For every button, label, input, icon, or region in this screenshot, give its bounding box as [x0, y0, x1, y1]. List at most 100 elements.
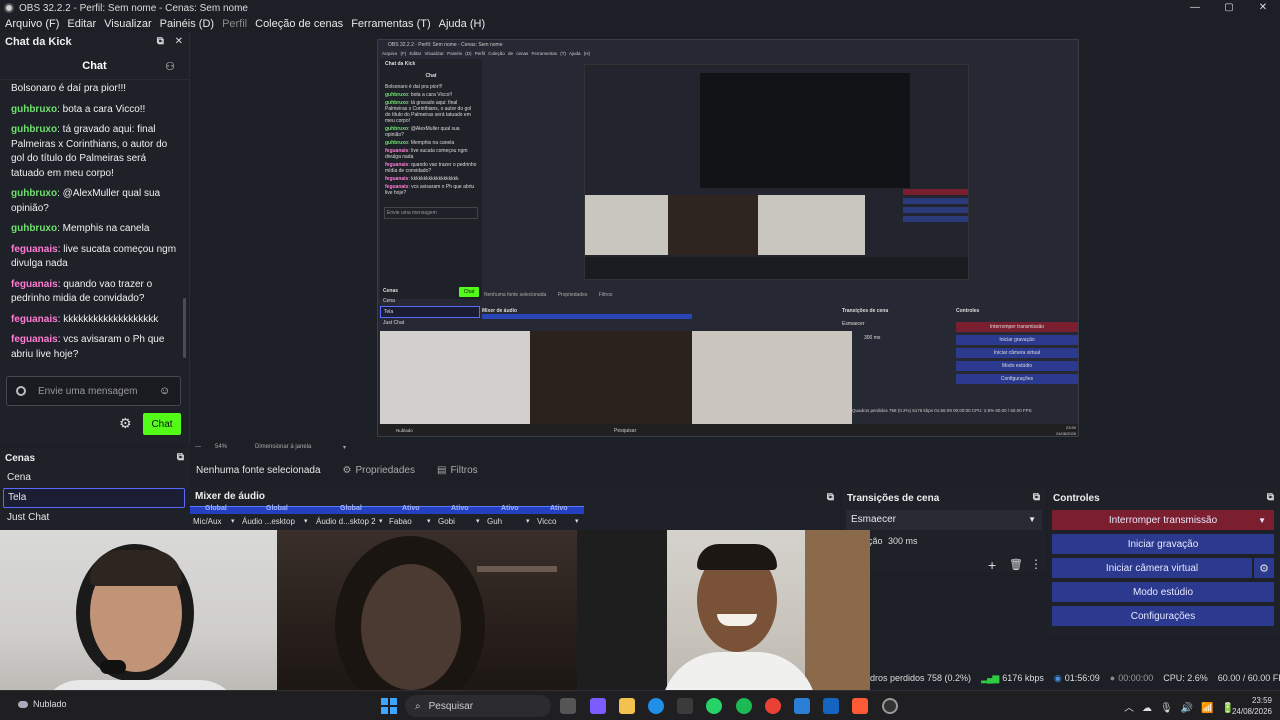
mixer-channel[interactable]: Áudio ...esktop — [242, 517, 295, 526]
more-options-icon[interactable]: ⋮ — [1030, 557, 1042, 571]
app-icon[interactable] — [823, 698, 839, 714]
stop-stream-label: Interromper transmissão — [1108, 514, 1218, 526]
scene-item-selected[interactable]: Tela — [3, 488, 185, 508]
mixer-header-label: Ativo — [402, 505, 420, 512]
transition-select[interactable]: Esmaecer ▼ — [846, 510, 1042, 530]
system-tray-icons[interactable]: ︿☁🎙🔊📶🔋 — [1124, 699, 1242, 714]
task-view-icon[interactable] — [560, 698, 576, 714]
filters-button[interactable]: ▤ Filtros — [437, 465, 478, 476]
settings-button[interactable]: Configurações — [1052, 606, 1274, 626]
copilot-icon[interactable] — [590, 698, 606, 714]
mixer-channel[interactable]: Áudio d...sktop 2 — [316, 517, 376, 526]
menu-profile[interactable]: Perfil — [222, 18, 247, 30]
mixer-channel[interactable]: Guh — [487, 517, 502, 526]
menu-edit[interactable]: Editar — [67, 18, 96, 30]
close-dock-icon[interactable]: ✕ — [175, 36, 183, 47]
menu-help[interactable]: Ajuda (H) — [439, 18, 485, 30]
nested-weather: Nublado — [396, 428, 413, 433]
scene-item[interactable]: Cena — [0, 468, 190, 488]
chat-settings-icon[interactable]: ⚙ — [119, 415, 132, 432]
vscode-icon[interactable] — [794, 698, 810, 714]
menu-docks[interactable]: Painéis (D) — [160, 18, 214, 30]
chat-username[interactable]: guhbruxo — [11, 104, 57, 115]
nested-scenes: Cenas Cena Tela Just Chat — [380, 286, 480, 328]
users-icon[interactable]: ⚇ — [165, 60, 175, 73]
chat-username[interactable]: feguanais — [11, 334, 58, 345]
menu-tools[interactable]: Ferramentas (T) — [351, 18, 430, 30]
chat-input-box[interactable]: ☺ — [6, 376, 181, 406]
mixer-channel[interactable]: Fabao — [389, 517, 412, 526]
chevron-down-icon[interactable]: ▾ — [231, 517, 235, 525]
nested-control: Interromper transmissão — [956, 322, 1078, 332]
stop-stream-button[interactable]: Interromper transmissão ▼ — [1052, 510, 1274, 530]
menu-view[interactable]: Visualizar — [104, 18, 152, 30]
chat-send-button[interactable]: Chat — [143, 413, 181, 435]
chrome-icon[interactable] — [765, 698, 781, 714]
chat-username[interactable]: feguanais — [11, 244, 58, 255]
minimize-button[interactable]: — — [1178, 0, 1212, 16]
chevron-down-icon[interactable]: ▾ — [379, 517, 383, 525]
menu-file[interactable]: Arquivo (F) — [5, 18, 59, 30]
trash-icon[interactable]: 🗑 — [1009, 558, 1023, 571]
add-transition-icon[interactable]: + — [988, 557, 996, 573]
duration-value[interactable]: 300 ms — [888, 536, 918, 546]
chat-username[interactable]: guhbruxo — [11, 188, 57, 199]
chat-messages[interactable]: Bolsonaro é daí pra pior!!! guhbruxo: bot… — [0, 80, 189, 370]
mixer-channel[interactable]: Gobi — [438, 517, 455, 526]
studio-mode-button[interactable]: Modo estúdio — [1052, 582, 1274, 602]
chevron-down-icon[interactable]: ▾ — [526, 517, 530, 525]
menu-scene-collection[interactable]: Coleção de cenas — [255, 18, 343, 30]
chevron-down-icon[interactable]: ▾ — [343, 444, 346, 451]
mixer-channel[interactable]: Mic/Aux — [193, 517, 221, 526]
undock-icon[interactable]: ⧉ — [157, 36, 164, 47]
undock-icon[interactable]: ⧉ — [827, 492, 834, 503]
resize-mode[interactable]: Dimensionar à janela — [255, 444, 311, 450]
chat-username[interactable]: guhbruxo — [11, 124, 57, 135]
maximize-button[interactable]: ▢ — [1212, 0, 1246, 16]
app-icon[interactable] — [852, 698, 868, 714]
nested-control: Iniciar câmera virtual — [956, 348, 1078, 358]
no-source-label: Nenhuma fonte selecionada — [196, 464, 321, 476]
nested-level2-bar — [903, 189, 968, 195]
chevron-down-icon[interactable]: ▾ — [575, 517, 579, 525]
preview-canvas[interactable]: OBS 32.2.2 - Perfil: Sem nome - Cenas: S… — [190, 32, 1280, 442]
nested-menu: Arquivo (F) Editar Visualizar Painéis (D… — [382, 51, 590, 56]
weather-widget[interactable]: Nublado — [18, 699, 67, 709]
properties-button[interactable]: ⚙ Propriedades — [343, 465, 415, 476]
scene-item[interactable]: Just Chat — [0, 508, 190, 528]
nested-chat-line: guhbruxo: bota a cara Vicco!! — [380, 91, 482, 99]
chat-username[interactable]: guhbruxo — [11, 223, 57, 234]
nested-transitions-title: Transições de cena — [842, 308, 889, 314]
chevron-down-icon[interactable]: ▾ — [304, 517, 308, 525]
chevron-down-icon[interactable]: ▾ — [427, 517, 431, 525]
virtual-camera-button[interactable]: Iniciar câmera virtual — [1052, 558, 1252, 578]
chat-username[interactable]: feguanais — [11, 314, 58, 325]
chevron-down-icon[interactable]: ▾ — [476, 517, 480, 525]
nested-level2-bar — [903, 216, 968, 222]
chat-username[interactable]: feguanais — [11, 279, 58, 290]
chat-message-input[interactable] — [38, 385, 153, 397]
whatsapp-icon[interactable] — [706, 698, 722, 714]
mixer-channel[interactable]: Vicco — [537, 517, 556, 526]
start-button[interactable] — [381, 698, 397, 714]
chat-message: feguanais: vcs avisaram o Ph que abriu l… — [11, 333, 179, 362]
edge-icon[interactable] — [648, 698, 664, 714]
nested-no-source: Nenhuma fonte selecionada — [484, 292, 547, 298]
taskbar-search[interactable]: ⌕ Pesquisar — [405, 695, 551, 717]
chat-header: Chat ⚇ — [0, 52, 189, 80]
file-explorer-icon[interactable] — [619, 698, 635, 714]
spotify-icon[interactable] — [736, 698, 752, 714]
undock-icon[interactable]: ⧉ — [1033, 492, 1040, 503]
undock-icon[interactable]: ⧉ — [1267, 492, 1274, 503]
obs-icon[interactable] — [882, 698, 898, 714]
clock[interactable]: 23:59 24/08/2026 — [1232, 695, 1272, 717]
undock-icon[interactable]: ⧉ — [177, 452, 184, 463]
zoom-value[interactable]: 54% — [215, 444, 227, 450]
emoji-icon[interactable]: ☺ — [159, 385, 170, 397]
start-recording-button[interactable]: Iniciar gravação — [1052, 534, 1274, 554]
store-icon[interactable] — [677, 698, 693, 714]
chat-scrollbar[interactable] — [183, 298, 186, 358]
close-button[interactable]: ✕ — [1246, 0, 1280, 16]
minus-icon[interactable]: — — [195, 444, 201, 450]
virtual-camera-settings-icon[interactable]: ⚙ — [1254, 558, 1274, 578]
